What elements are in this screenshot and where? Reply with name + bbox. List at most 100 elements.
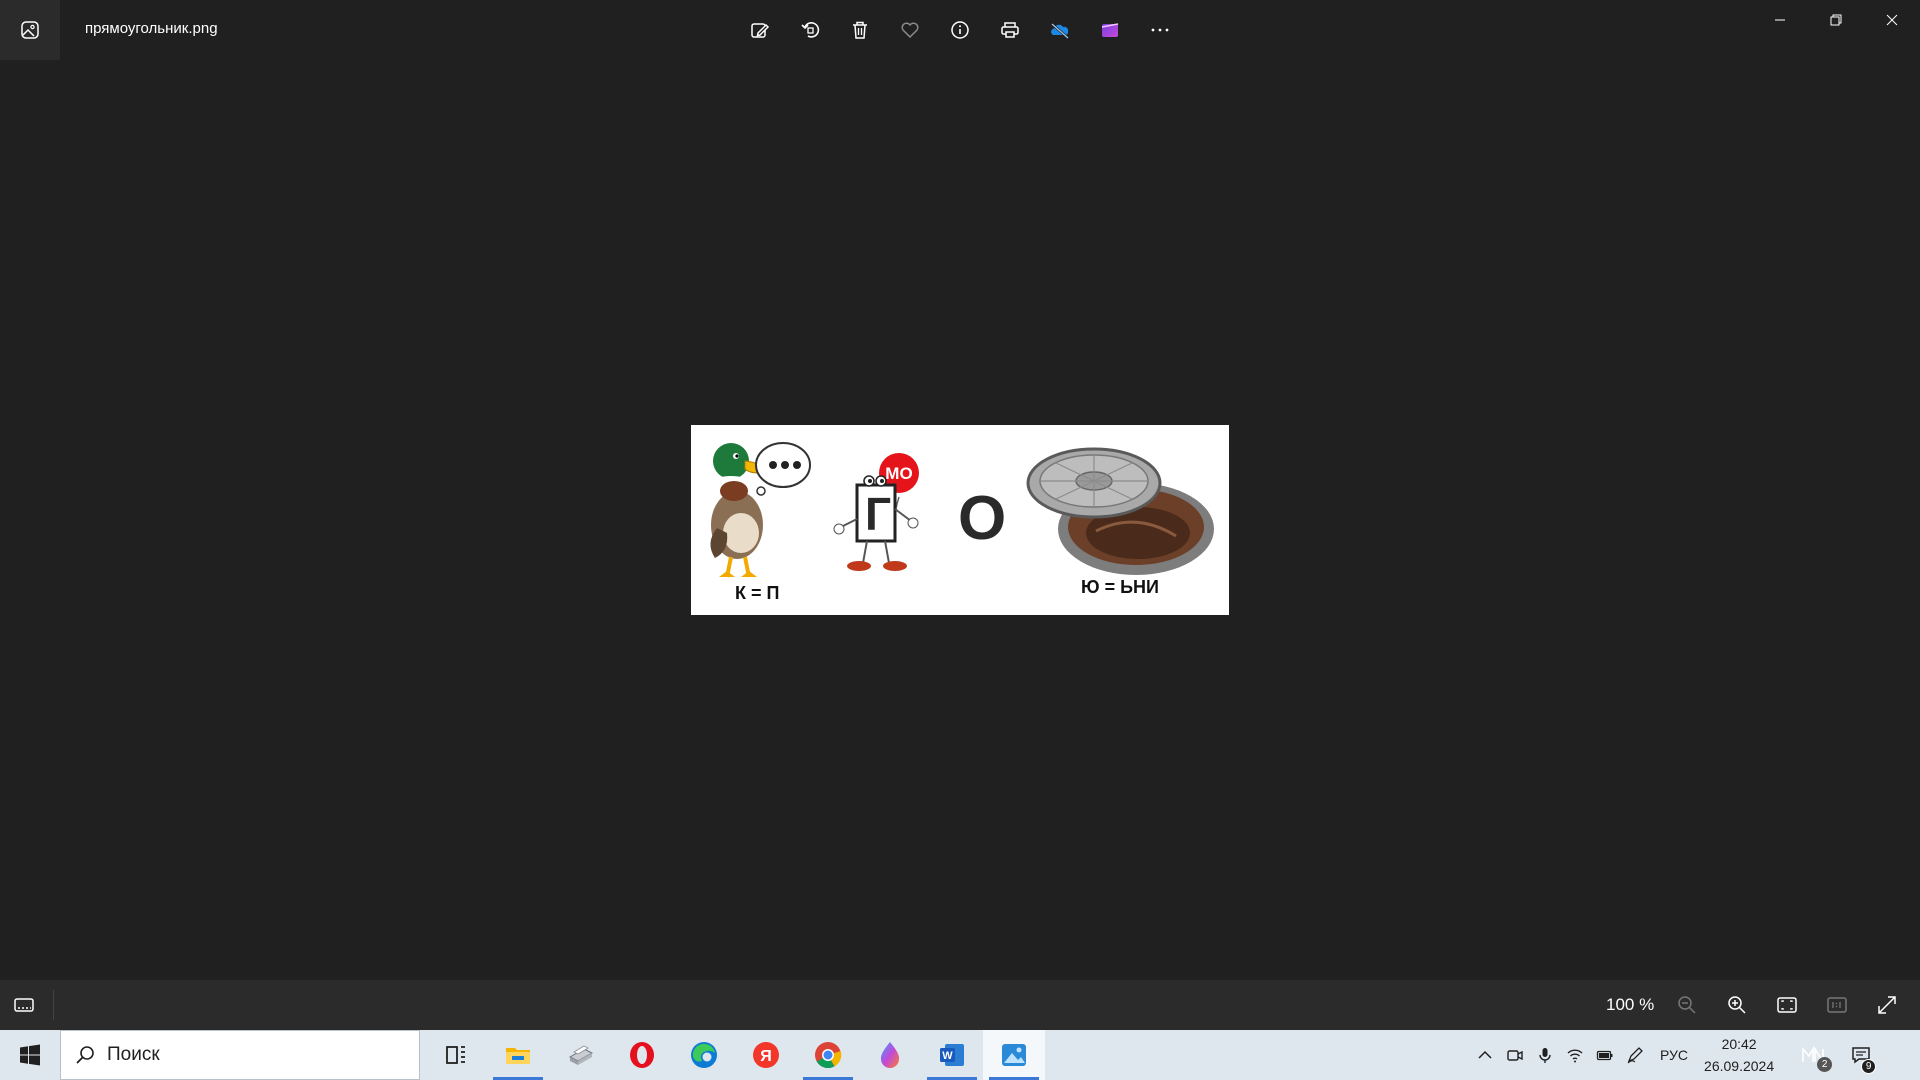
battery-icon: [1596, 1050, 1613, 1061]
rotate-button[interactable]: [790, 10, 830, 50]
image-toolbar: [740, 10, 1180, 50]
fit-to-window-icon: [1777, 997, 1797, 1013]
chrome-icon: [815, 1042, 842, 1069]
onedrive-icon: [1051, 23, 1069, 39]
start-button[interactable]: [0, 1030, 60, 1080]
tray-pen[interactable]: [1620, 1030, 1650, 1080]
window-controls: [1752, 0, 1920, 40]
search-icon: [76, 1046, 94, 1064]
letter-g: Г: [865, 488, 892, 540]
zoom-in-button[interactable]: [1717, 985, 1757, 1025]
taskbar-scanner-app[interactable]: [549, 1030, 611, 1080]
displayed-image: К = П МО Г О Ю = ЬНИ: [691, 425, 1229, 615]
input-language[interactable]: РУС: [1660, 1047, 1688, 1063]
zoom-out-button[interactable]: [1667, 985, 1707, 1025]
fit-to-window-button[interactable]: [1767, 985, 1807, 1025]
tray-microphone[interactable]: [1530, 1030, 1560, 1080]
restore-button[interactable]: [1808, 0, 1864, 40]
balloon-text: МО: [885, 464, 912, 483]
print-icon: [1001, 22, 1019, 38]
photos-icon: [1002, 1044, 1026, 1066]
manhole-image: [1026, 447, 1214, 575]
photos-app-window: прямоугольник.png К = П МО Г О Ю = ЬНИ 1…: [0, 0, 1920, 1030]
actual-size-icon: [1827, 997, 1847, 1013]
photos-logo-icon: [21, 21, 39, 39]
tray-camera[interactable]: [1500, 1030, 1530, 1080]
notifications-badge: 9: [1861, 1059, 1877, 1074]
info-icon: [951, 21, 969, 39]
taskbar-word[interactable]: W: [921, 1030, 983, 1080]
yandex-browser-icon: Я: [753, 1042, 779, 1068]
clock-date: 26.09.2024: [1704, 1058, 1775, 1074]
zoom-in-icon: [1728, 996, 1746, 1014]
fullscreen-icon: [1878, 996, 1896, 1014]
clock-time: 20:42: [1721, 1036, 1757, 1052]
zoom-tools: [1667, 985, 1907, 1025]
file-explorer-icon: [506, 1048, 530, 1064]
windows-logo-icon: [20, 1044, 40, 1066]
actual-size-button[interactable]: [1817, 985, 1857, 1025]
task-view-icon: [446, 1046, 465, 1064]
meet-now-button[interactable]: 2: [1796, 1030, 1833, 1080]
chevron-up-icon: [1478, 1050, 1492, 1059]
taskbar-file-explorer[interactable]: [487, 1030, 549, 1080]
pen-workspace-icon: [1627, 1047, 1643, 1064]
taskbar-edge[interactable]: [673, 1030, 735, 1080]
notification-area: 2 9: [1796, 1030, 1878, 1080]
word-icon: W: [940, 1044, 964, 1066]
taskbar-search-box[interactable]: Поиск: [60, 1030, 420, 1080]
microphone-icon: [1539, 1048, 1551, 1063]
close-button[interactable]: [1864, 0, 1920, 40]
clipchamp-button[interactable]: [1090, 10, 1130, 50]
taskbar-yandex-browser[interactable]: Я: [735, 1030, 797, 1080]
fullscreen-button[interactable]: [1867, 985, 1907, 1025]
more-options-button[interactable]: [1140, 10, 1180, 50]
tray-battery[interactable]: [1590, 1030, 1620, 1080]
file-name-title: прямоугольник.png: [85, 20, 218, 37]
zoom-level: 100 %: [1606, 995, 1655, 1014]
tray-network[interactable]: [1560, 1030, 1590, 1080]
scanner-icon: [568, 1045, 594, 1065]
task-view-button[interactable]: [425, 1030, 487, 1080]
photos-app-icon[interactable]: [0, 0, 60, 60]
show-hidden-icons-button[interactable]: [1470, 1030, 1500, 1080]
delete-button[interactable]: [840, 10, 880, 50]
favorite-button[interactable]: [890, 10, 930, 50]
camera-icon: [1507, 1050, 1523, 1061]
onedrive-button[interactable]: [1040, 10, 1080, 50]
clipchamp-icon: [1101, 23, 1119, 37]
more-icon: [1151, 28, 1169, 32]
manhole-caption: Ю = ЬНИ: [1081, 577, 1159, 597]
edit-image-icon: [751, 23, 770, 38]
taskbar: Поиск Я W РУС 20:42 26.09.2024 2 9: [0, 1030, 1920, 1080]
favorite-heart-icon: [901, 22, 919, 39]
meet-badge: 2: [1817, 1057, 1833, 1072]
print-button[interactable]: [990, 10, 1030, 50]
status-bar: 100 %: [0, 980, 1920, 1030]
action-center-button[interactable]: 9: [1844, 1030, 1878, 1080]
edit-image-button[interactable]: [740, 10, 780, 50]
minimize-icon: [1775, 19, 1785, 21]
taskbar-photos[interactable]: [983, 1030, 1045, 1080]
svg-text:Я: Я: [760, 1048, 772, 1065]
search-placeholder: Поиск: [107, 1044, 160, 1065]
close-icon: [1886, 14, 1898, 26]
filmstrip-button[interactable]: [4, 985, 44, 1025]
svg-text:W: W: [942, 1050, 953, 1062]
letter-o: О: [958, 484, 1007, 553]
title-bar: прямоугольник.png: [0, 0, 1920, 60]
wifi-icon: [1567, 1049, 1583, 1063]
taskbar-apps: Я W: [425, 1030, 1045, 1080]
restore-icon: [1830, 14, 1842, 26]
edge-icon: [691, 1042, 717, 1068]
taskbar-chrome[interactable]: [797, 1030, 859, 1080]
paint-drop-icon: [880, 1042, 900, 1068]
info-button[interactable]: [940, 10, 980, 50]
taskbar-paint-drop[interactable]: [859, 1030, 921, 1080]
clock[interactable]: 20:42 26.09.2024: [1704, 1033, 1774, 1077]
taskbar-opera[interactable]: [611, 1030, 673, 1080]
duck-image: [710, 442, 811, 578]
opera-icon: [630, 1042, 654, 1068]
minimize-button[interactable]: [1752, 0, 1808, 40]
rotate-icon: [801, 22, 820, 38]
